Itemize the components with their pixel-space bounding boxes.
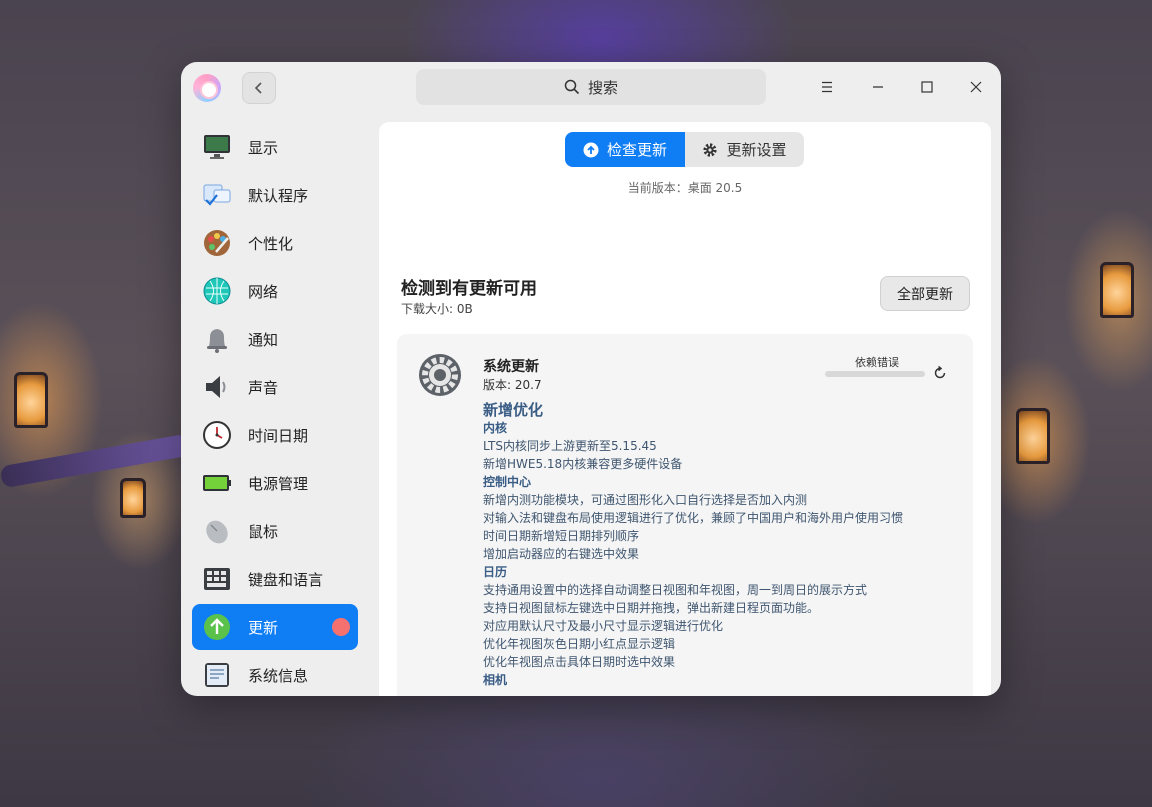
wallpaper-lamp xyxy=(14,372,48,428)
sidebar-item-mouse[interactable]: 鼠标 xyxy=(192,508,358,554)
update-arrow-icon xyxy=(204,614,230,640)
sidebar-item-default-apps[interactable]: 默认程序 xyxy=(192,172,358,218)
tab-update-settings-label: 更新设置 xyxy=(726,141,787,159)
retry-icon[interactable] xyxy=(932,365,948,381)
battery-icon xyxy=(203,475,231,491)
sidebar-item-label: 更新 xyxy=(248,619,279,637)
update-panel: 检查更新 更新设置 当前版本：桌面 20.5 检测到有更新可用 下载大小: 0B… xyxy=(379,122,991,696)
notes-line: 优化年视图点击具体日期时选中效果 xyxy=(483,655,676,669)
sidebar-item-label: 时间日期 xyxy=(248,427,309,445)
monitor-icon xyxy=(204,135,230,159)
clock-icon xyxy=(203,421,231,449)
chevron-left-icon xyxy=(254,82,262,94)
sidebar-item-label: 系统信息 xyxy=(248,667,309,685)
menu-button[interactable] xyxy=(815,75,839,99)
minimize-icon xyxy=(873,86,883,88)
current-version: 当前版本：桌面 20.5 xyxy=(627,181,743,195)
update-progress-bar xyxy=(825,371,925,377)
sidebar-item-label: 通知 xyxy=(248,331,279,349)
notes-line: 新增HWE5.18内核兼容更多硬件设备 xyxy=(483,457,683,471)
notes-line: 时间日期新增短日期排列顺序 xyxy=(483,529,640,543)
sidebar-item-system-info[interactable]: 系统信息 xyxy=(192,652,358,696)
sidebar-item-label: 鼠标 xyxy=(248,523,279,541)
notes-line: 增加启动器应的右键选中效果 xyxy=(483,547,640,561)
default-apps-icon xyxy=(203,184,231,206)
palette-icon xyxy=(204,230,230,256)
maximize-button[interactable] xyxy=(915,75,939,99)
mouse-icon xyxy=(206,520,228,544)
search-label: 搜索 xyxy=(587,78,618,97)
system-info-icon xyxy=(205,663,229,687)
notes-line: LTS内核同步上游更新至5.15.45 xyxy=(483,439,657,453)
notes-heading: 相机 xyxy=(483,673,508,687)
dependency-error-status: 依赖错误 xyxy=(855,356,899,369)
update-version: 版本: 20.7 xyxy=(483,378,542,392)
notes-heading: 日历 xyxy=(483,565,508,579)
back-button[interactable] xyxy=(242,72,276,104)
sidebar-item-keyboard[interactable]: 键盘和语言 xyxy=(192,556,358,602)
system-update-card: 系统更新 版本: 20.7 依赖错误 新增优化 内核 LTS内核同步上游更新至5… xyxy=(397,334,973,696)
tab-check-updates[interactable]: 检查更新 xyxy=(565,132,685,167)
notes-line: 支持日视图鼠标左键选中日期并拖拽，弹出新建日程页面功能。 xyxy=(483,601,820,615)
notes-line: 支持通用设置中的选择自动调整日视图和年视图，周一到周日的展示方式 xyxy=(483,583,868,597)
notes-heading: 内核 xyxy=(483,421,508,435)
release-notes-title: 新增优化 xyxy=(483,401,544,419)
wallpaper-lamp xyxy=(1016,408,1050,464)
sidebar-item-display[interactable]: 显示 xyxy=(192,124,358,170)
sidebar-item-power[interactable]: 电源管理 xyxy=(192,460,358,506)
wallpaper-sword xyxy=(0,433,191,489)
notes-line: 新增内测功能模块，可通过图形化入口自行选择是否加入内测 xyxy=(483,493,808,507)
update-all-button[interactable]: 全部更新 xyxy=(880,276,970,311)
settings-window: 搜索 显示 默认程序 个性化 网络 通知 声音 时间日期 电源管理 鼠标 键盘和… xyxy=(181,62,1001,696)
tab-update-settings[interactable]: 更新设置 xyxy=(685,132,804,167)
hamburger-menu-icon xyxy=(822,81,832,93)
keyboard-icon xyxy=(204,568,230,590)
system-update-gear-icon xyxy=(419,354,461,396)
network-icon xyxy=(203,277,231,305)
updates-available-title: 检测到有更新可用 xyxy=(401,279,537,299)
minimize-button[interactable] xyxy=(866,75,890,99)
wallpaper-lamp xyxy=(120,478,146,518)
sidebar-item-sound[interactable]: 声音 xyxy=(192,364,358,410)
sidebar-item-network[interactable]: 网络 xyxy=(192,268,358,314)
maximize-icon xyxy=(921,81,933,93)
notes-heading: 控制中心 xyxy=(483,475,532,489)
sidebar-item-label: 显示 xyxy=(248,139,279,157)
bell-icon xyxy=(207,329,227,353)
close-icon xyxy=(970,81,982,93)
close-button[interactable] xyxy=(964,75,988,99)
control-center-logo xyxy=(193,74,221,102)
sidebar-item-personalization[interactable]: 个性化 xyxy=(192,220,358,266)
download-size: 下载大小: 0B xyxy=(401,302,473,316)
sidebar-item-label: 键盘和语言 xyxy=(248,571,324,589)
sidebar: 显示 默认程序 个性化 网络 通知 声音 时间日期 电源管理 鼠标 键盘和语言 … xyxy=(181,112,369,696)
sidebar-item-label: 电源管理 xyxy=(248,475,309,493)
release-notes: 内核 LTS内核同步上游更新至5.15.45 新增HWE5.18内核兼容更多硬件… xyxy=(483,419,963,689)
sidebar-item-datetime[interactable]: 时间日期 xyxy=(192,412,358,458)
search-box[interactable]: 搜索 xyxy=(416,69,766,105)
gear-icon xyxy=(703,142,718,157)
update-tabs: 检查更新 更新设置 xyxy=(565,132,804,167)
sidebar-item-label: 个性化 xyxy=(248,235,294,253)
update-name: 系统更新 xyxy=(483,359,539,375)
sidebar-item-update[interactable]: 更新 xyxy=(192,604,358,650)
sidebar-item-label: 声音 xyxy=(248,379,279,397)
notes-line: 对应用默认尺寸及最小尺寸显示逻辑进行优化 xyxy=(483,619,724,633)
titlebar: 搜索 xyxy=(181,62,1001,112)
notes-line: 优化年视图灰色日期小红点显示逻辑 xyxy=(483,637,676,651)
arrow-up-circle-icon xyxy=(583,142,599,157)
sidebar-item-notifications[interactable]: 通知 xyxy=(192,316,358,362)
tab-check-updates-label: 检查更新 xyxy=(606,141,667,159)
search-icon xyxy=(564,79,580,95)
speaker-icon xyxy=(206,376,226,398)
sidebar-item-label: 网络 xyxy=(248,283,279,301)
wallpaper-lamp xyxy=(1100,262,1134,318)
notes-line: 对输入法和键盘布局使用逻辑进行了优化，兼顾了中国用户和海外用户使用习惯 xyxy=(483,511,904,525)
update-badge xyxy=(332,618,350,636)
sidebar-item-label: 默认程序 xyxy=(248,187,309,205)
